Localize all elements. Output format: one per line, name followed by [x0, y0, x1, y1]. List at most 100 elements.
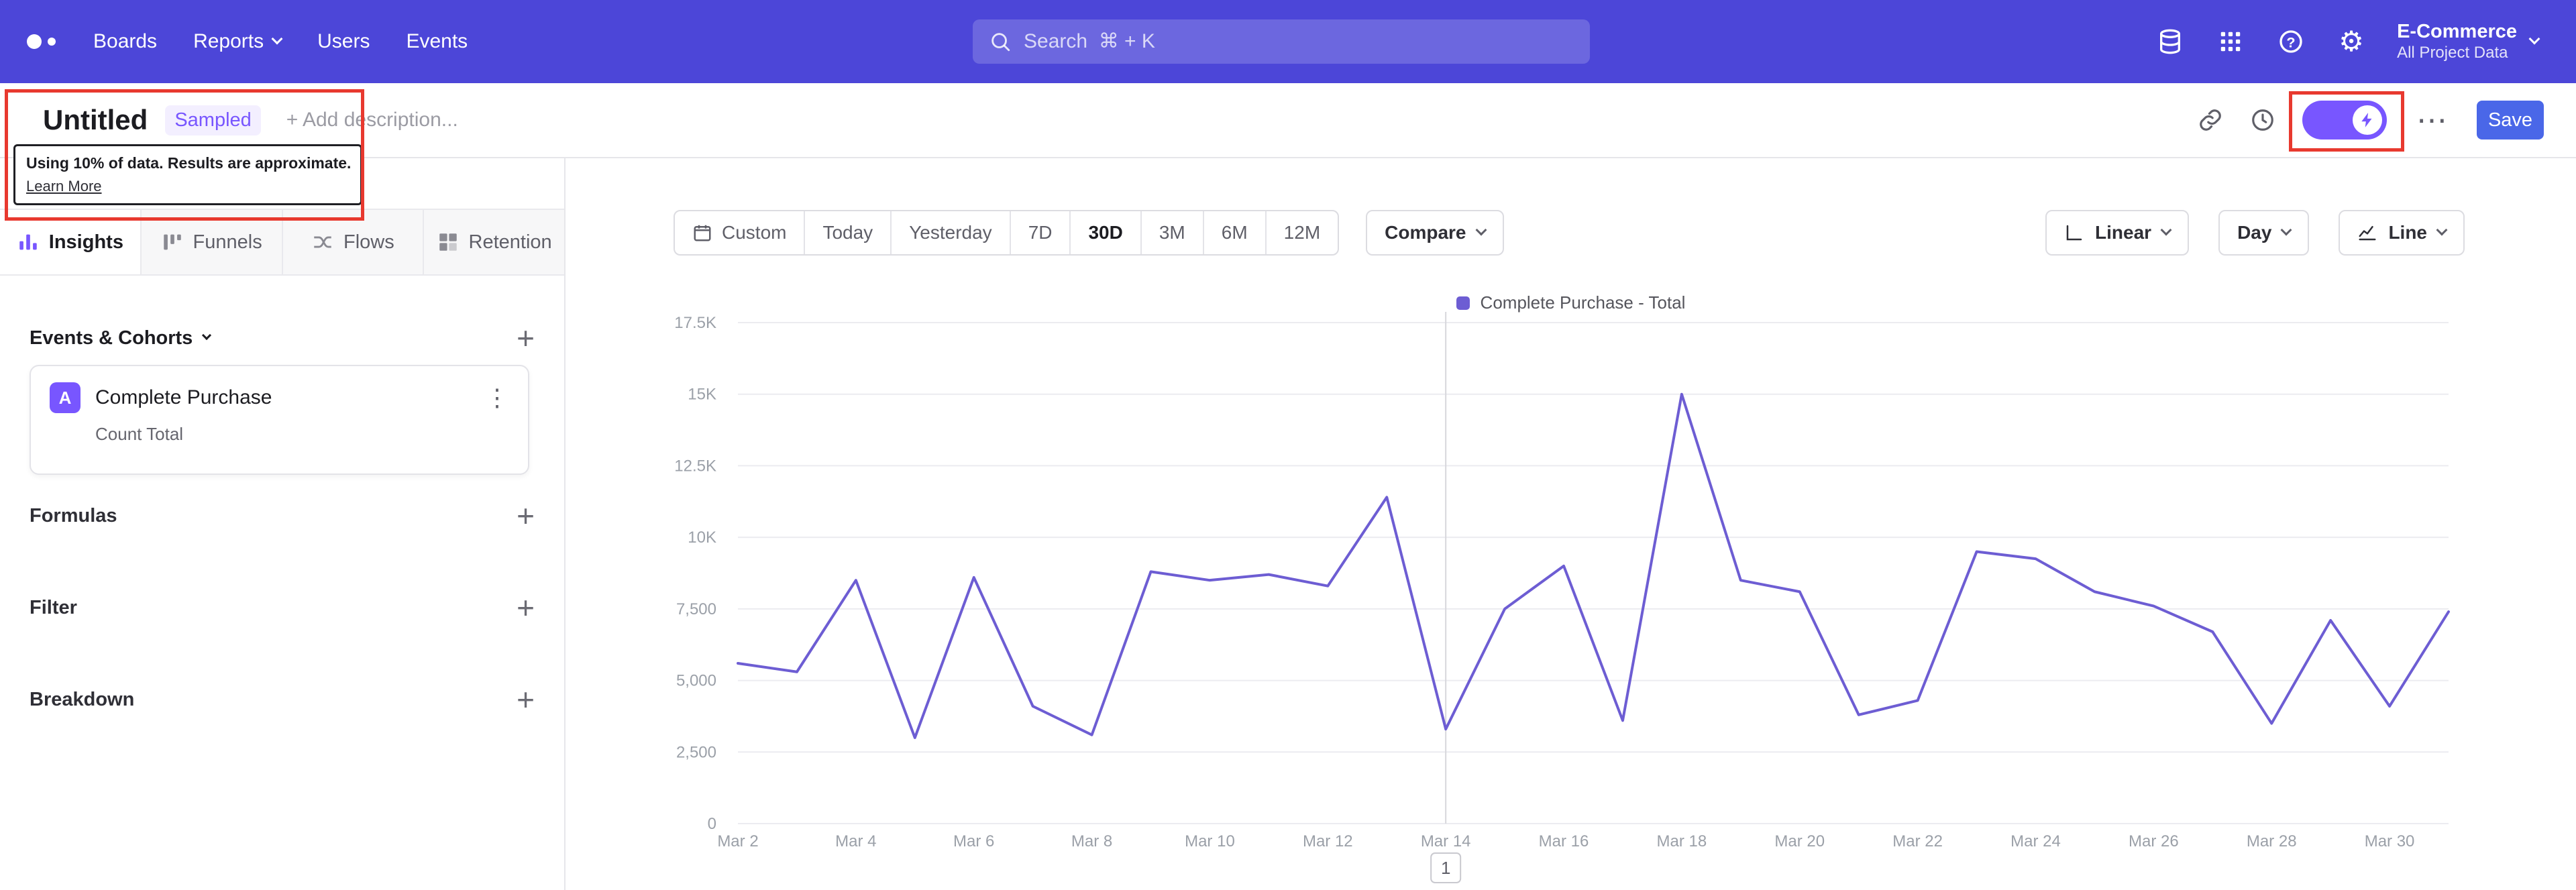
- x-tick-label: Mar 4: [835, 832, 876, 850]
- chart-line: [737, 392, 2450, 739]
- events-cohorts-toggle[interactable]: Events & Cohorts: [30, 327, 212, 349]
- project-name: E-Commerce: [2397, 21, 2517, 43]
- formulas-label: Formulas: [30, 504, 117, 526]
- add-breakdown-button[interactable]: +: [517, 684, 535, 715]
- breakdown-section: Breakdown +: [30, 681, 535, 718]
- x-tick-label: Mar 20: [1774, 832, 1825, 850]
- x-tick-label: Mar 24: [2010, 832, 2061, 850]
- nav-boards-label: Boards: [93, 30, 158, 52]
- nav-events-label: Events: [406, 30, 468, 52]
- tab-flows-label: Flows: [343, 231, 394, 253]
- nav-events[interactable]: Events: [406, 30, 468, 53]
- y-tick-label: 12.5K: [674, 457, 716, 475]
- x-tick-label: Mar 30: [2365, 832, 2415, 850]
- y-tick-label: 7,500: [676, 600, 716, 618]
- y-tick-label: 2,500: [676, 743, 716, 761]
- tab-retention-label: Retention: [468, 231, 552, 253]
- y-tick-label: 17.5K: [674, 314, 716, 332]
- x-tick-label: Mar 26: [2129, 832, 2179, 850]
- add-formula-button[interactable]: +: [517, 500, 535, 531]
- query-time-icon[interactable]: [2250, 107, 2275, 133]
- x-tick-label: Mar 22: [1892, 832, 1943, 850]
- add-event-button[interactable]: +: [517, 323, 535, 353]
- help-icon[interactable]: ?: [2276, 27, 2306, 56]
- sampling-toggle-knob: [2353, 105, 2382, 135]
- tab-flows[interactable]: Flows: [283, 210, 425, 274]
- chart-panel: Custom Today Yesterday 7D 30D 3M 6M 12M …: [566, 158, 2576, 890]
- tab-retention[interactable]: Retention: [424, 210, 564, 274]
- filter-label: Filter: [30, 596, 77, 618]
- y-tick-label: 5,000: [676, 672, 716, 690]
- search-bar[interactable]: [973, 19, 1590, 64]
- nav-reports[interactable]: Reports: [193, 30, 283, 53]
- add-description[interactable]: + Add description...: [286, 109, 458, 131]
- x-tick-label: Mar 10: [1185, 832, 1235, 850]
- copy-link-icon[interactable]: [2198, 107, 2223, 133]
- retention-grid-icon: [437, 231, 460, 254]
- chevron-down-icon: [202, 330, 212, 341]
- x-tick-label: Mar 18: [1657, 832, 1707, 850]
- event-metric[interactable]: Count Total: [95, 424, 509, 445]
- sampling-toggle[interactable]: [2302, 101, 2387, 140]
- apps-grid-icon[interactable]: [2216, 27, 2245, 56]
- svg-text:?: ?: [2286, 34, 2295, 50]
- top-nav: Boards Reports Users Events Search ⌘ + K…: [0, 0, 2576, 83]
- report-header: Untitled Sampled + Add description... ⋯ …: [0, 83, 2576, 158]
- x-tick-label: Mar 8: [1071, 832, 1112, 850]
- events-cohorts-label: Events & Cohorts: [30, 327, 193, 349]
- search-icon: [991, 33, 1010, 52]
- tab-funnels-label: Funnels: [193, 231, 262, 253]
- x-tick-label: Mar 16: [1539, 832, 1589, 850]
- chevron-down-icon: [2528, 33, 2540, 45]
- data-management-icon[interactable]: [2155, 27, 2185, 56]
- filter-section: Filter +: [30, 589, 535, 626]
- logo-dot-small: [48, 38, 56, 46]
- x-tick-label: Mar 14: [1421, 832, 1471, 850]
- sampling-tooltip: Using 10% of data. Results are approxima…: [13, 144, 362, 205]
- report-type-tabs: Insights Funnels Flows Retention: [0, 209, 564, 276]
- y-tick-label: 0: [708, 815, 716, 833]
- tab-funnels[interactable]: Funnels: [142, 210, 283, 274]
- y-tick-label: 15K: [688, 386, 716, 404]
- sampling-tooltip-text: Using 10% of data. Results are approxima…: [26, 154, 352, 172]
- logo-dot-large: [27, 34, 42, 49]
- lightning-bolt-icon: [2361, 113, 2372, 127]
- x-tick-label: Mar 2: [717, 832, 758, 850]
- report-title[interactable]: Untitled: [43, 104, 148, 136]
- funnel-bars-icon: [161, 231, 184, 254]
- save-button[interactable]: Save: [2477, 101, 2544, 140]
- nav-boards[interactable]: Boards: [93, 30, 157, 53]
- project-subtitle: All Project Data: [2397, 44, 2508, 62]
- query-builder-sidebar: Insights Funnels Flows Retention Events …: [0, 158, 566, 890]
- nav-reports-label: Reports: [193, 30, 264, 52]
- event-letter-badge: A: [50, 382, 80, 413]
- nav-users[interactable]: Users: [317, 30, 370, 53]
- breakdown-label: Breakdown: [30, 688, 135, 710]
- y-tick-label: 10K: [688, 529, 716, 547]
- mixpanel-logo[interactable]: [27, 34, 56, 49]
- insights-bars-icon: [17, 231, 40, 254]
- learn-more-link[interactable]: Learn More: [26, 178, 102, 195]
- primary-nav: Boards Reports Users Events: [93, 30, 468, 53]
- event-options-icon[interactable]: ⋮: [485, 384, 509, 412]
- more-menu-icon[interactable]: ⋯: [2414, 105, 2450, 135]
- flows-icon: [311, 231, 334, 254]
- event-card[interactable]: A Complete Purchase ⋮ Count Total: [30, 365, 529, 475]
- project-selector[interactable]: E-Commerce All Project Data: [2397, 20, 2540, 63]
- add-filter-button[interactable]: +: [517, 592, 535, 623]
- annotation-marker-label: 1: [1441, 858, 1450, 878]
- chevron-down-icon: [271, 33, 283, 45]
- search-input[interactable]: [1024, 30, 1574, 53]
- nav-users-label: Users: [317, 30, 370, 52]
- formulas-section: Formulas +: [30, 497, 535, 535]
- tab-insights-label: Insights: [48, 231, 123, 253]
- x-tick-label: Mar 28: [2247, 832, 2297, 850]
- sampled-badge[interactable]: Sampled: [165, 105, 261, 135]
- event-name[interactable]: Complete Purchase: [95, 386, 272, 409]
- x-tick-label: Mar 12: [1303, 832, 1353, 850]
- x-tick-label: Mar 6: [953, 832, 994, 850]
- settings-gear-icon[interactable]: ⚙: [2337, 27, 2366, 56]
- events-cohorts-header: Events & Cohorts +: [30, 319, 535, 357]
- insights-line-chart: 0 2,500 5,000 7,500 10K 12.5K 15K 17.5K 1 Mar 2 Ma…: [674, 312, 2450, 883]
- tab-insights[interactable]: Insights: [0, 210, 142, 274]
